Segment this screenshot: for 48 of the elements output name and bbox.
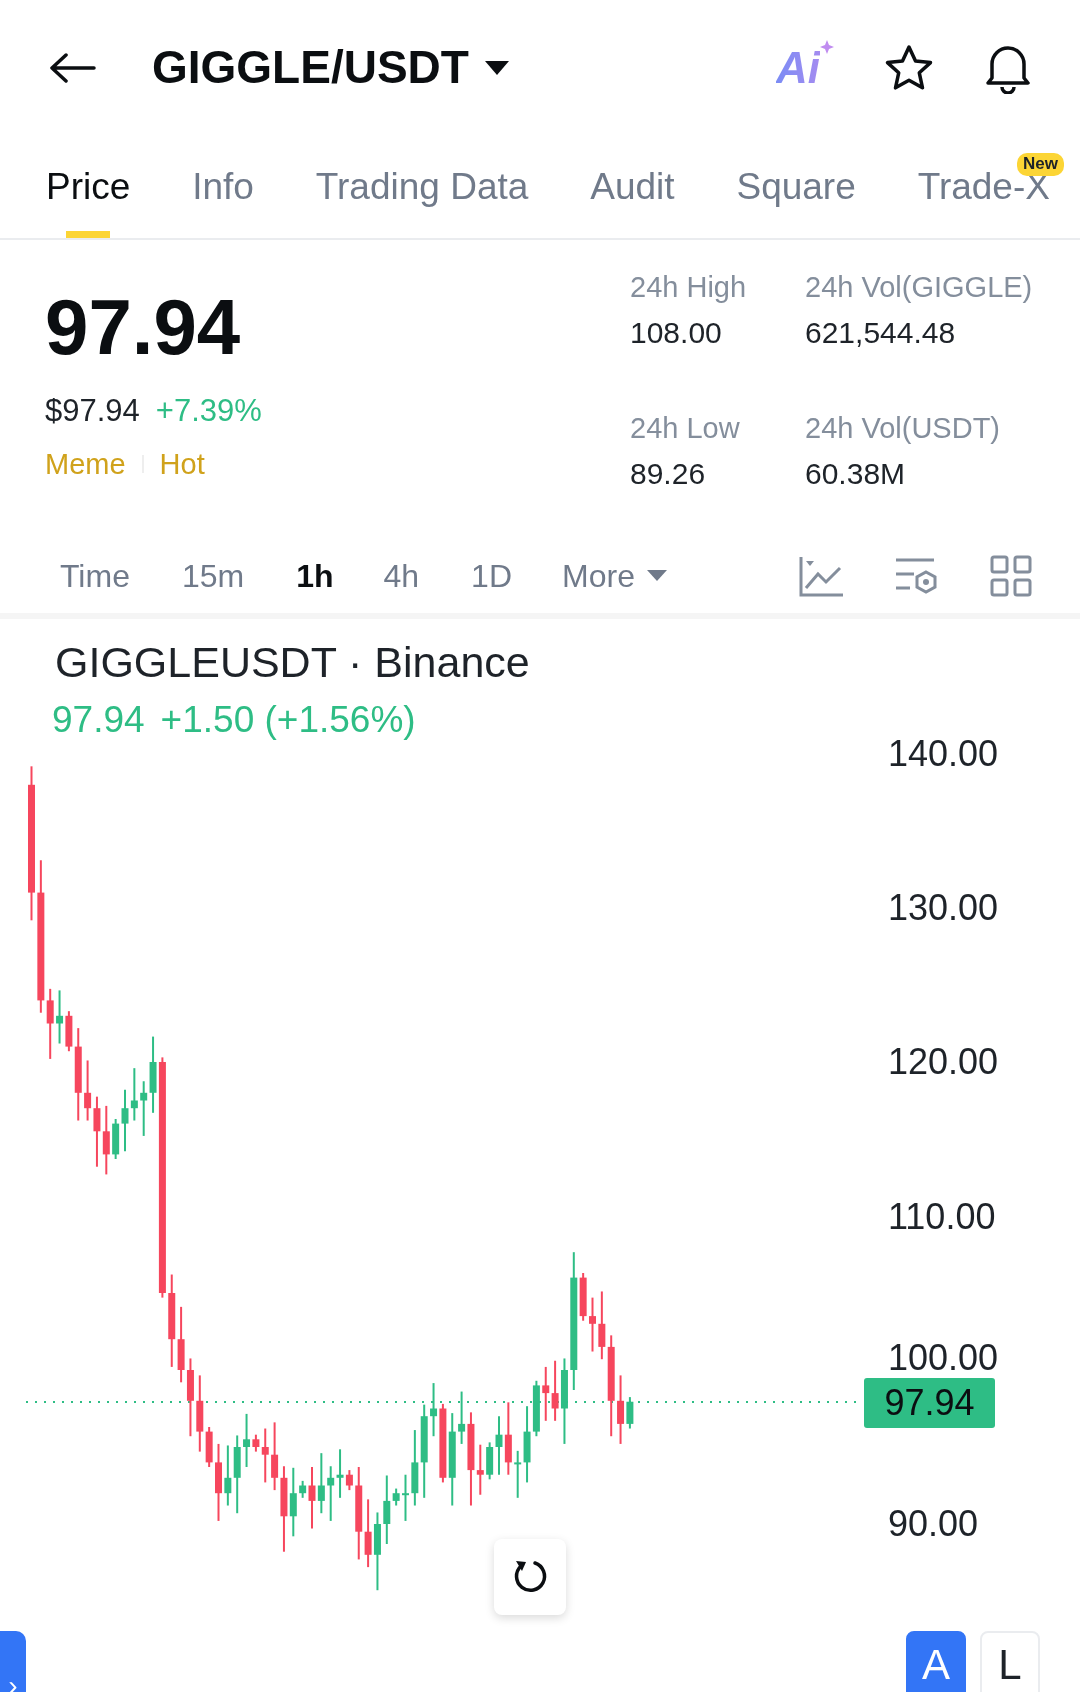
reset-button[interactable]: [494, 1539, 566, 1615]
star-icon[interactable]: [884, 43, 934, 92]
axis-label: 90.00: [888, 1506, 979, 1542]
new-badge: New: [1017, 153, 1064, 176]
page-tab[interactable]: Audit: [590, 135, 675, 238]
stat-label: 24h High: [630, 270, 748, 305]
legend-change: +1.50 (+1.56%): [160, 698, 416, 743]
scale-button[interactable]: A: [906, 1631, 966, 1692]
axis-label: 130.00: [888, 890, 999, 926]
chart-symbol-title: GIGGLEUSDT · Binance: [54, 637, 531, 687]
candlestick: [589, 1296, 596, 1353]
stat-label: 24h Vol(GIGGLE): [805, 270, 1034, 305]
interval-option[interactable]: 1h: [296, 551, 334, 600]
sparkle-icon: [820, 39, 834, 54]
interval-option[interactable]: 4h: [383, 551, 420, 600]
stat-label: 24h Low: [630, 411, 741, 446]
stat-value: 108.00: [630, 314, 723, 351]
candlestick: [402, 1473, 409, 1522]
axis-label: 110.00: [888, 1199, 996, 1235]
grid-layout-icon[interactable]: [990, 554, 1032, 597]
interval-option[interactable]: 1D: [471, 551, 512, 600]
page-tab[interactable]: Price: [46, 135, 131, 238]
back-button[interactable]: [48, 52, 98, 83]
price-tag: 97.94: [864, 1378, 995, 1428]
last-price: 97.94: [45, 288, 242, 366]
usd-price: $97.94: [45, 392, 140, 430]
price-change: +7.39%: [155, 392, 262, 430]
dropdown-caret-icon[interactable]: [484, 60, 509, 75]
interval-option[interactable]: Time: [60, 551, 130, 600]
page-tab[interactable]: Square: [736, 135, 856, 238]
line-chart-icon[interactable]: [798, 554, 844, 597]
stat-value: 621,544.48: [805, 314, 957, 351]
axis-label: 140.00: [888, 736, 999, 772]
caret-icon[interactable]: [646, 570, 667, 581]
axis-label: 100.00: [888, 1340, 999, 1376]
stat-value: 89.26: [630, 455, 707, 492]
stat-label: 24h Vol(USDT): [805, 411, 1001, 446]
pair-title[interactable]: GIGGLE/USDT: [152, 33, 469, 102]
page-tab[interactable]: Trading Data: [315, 135, 529, 238]
interval-option[interactable]: 15m: [181, 551, 245, 600]
scale-button[interactable]: L: [980, 1631, 1040, 1692]
legend-price: 97.94: [52, 698, 145, 743]
stat-value: 60.38M: [805, 455, 907, 492]
page-tab[interactable]: Info: [192, 135, 254, 238]
axis-label: 120.00: [888, 1044, 999, 1080]
category-tag[interactable]: Meme: [45, 442, 126, 486]
category-tag[interactable]: Hot: [159, 442, 205, 486]
interval-option[interactable]: More: [562, 551, 667, 600]
